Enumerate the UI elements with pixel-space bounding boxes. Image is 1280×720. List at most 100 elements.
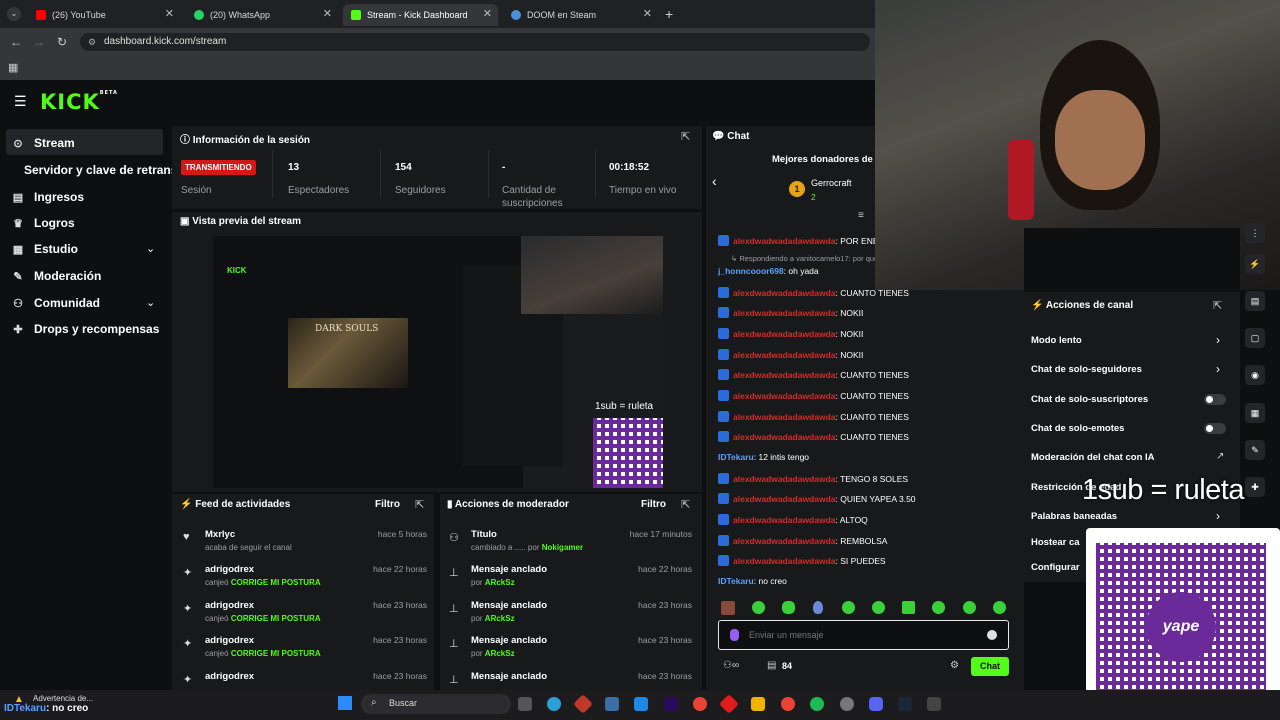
chat-username[interactable]: alexdwadwadadawdawda xyxy=(733,391,836,401)
filter-button[interactable]: Filtro xyxy=(641,499,666,510)
chrome-icon[interactable] xyxy=(781,697,795,711)
filter-button[interactable]: Filtro xyxy=(375,499,400,510)
sidebar-item-ingresos[interactable]: ▤ Ingresos xyxy=(12,190,84,204)
chat-send-button[interactable]: Chat xyxy=(971,657,1009,676)
chrome-icon[interactable] xyxy=(693,697,707,711)
side-clipboard-icon[interactable]: ▤ xyxy=(1245,291,1265,311)
reload-icon[interactable]: ↻ xyxy=(57,35,67,49)
chat-username[interactable]: alexdwadwadadawdawda xyxy=(733,370,836,380)
side-chat-icon[interactable]: ▢ xyxy=(1245,328,1265,348)
new-tab-button[interactable]: + xyxy=(665,6,673,22)
close-icon[interactable]: ✕ xyxy=(643,7,652,20)
sidebar-item-moderacion[interactable]: ✎ Moderación xyxy=(12,269,101,283)
url-field[interactable]: dashboard.kick.com/stream xyxy=(80,33,870,51)
warning-notice[interactable]: Advertencia de... xyxy=(33,694,93,703)
windows-start-icon[interactable] xyxy=(338,696,352,710)
chat-username[interactable]: alexdwadwadadawdawda xyxy=(733,515,836,525)
close-icon[interactable]: ✕ xyxy=(483,7,492,20)
chevron-down-icon[interactable]: ⌄ xyxy=(146,242,155,255)
chat-username[interactable]: alexdwadwadadawdawda xyxy=(733,350,836,360)
chat-username[interactable]: alexdwadwadadawdawda xyxy=(733,474,836,484)
kick-logo[interactable]: KICKBETA xyxy=(40,90,118,114)
tab-whatsapp[interactable]: (20) WhatsApp ✕ xyxy=(186,4,338,26)
tab-kick-dashboard[interactable]: Stream - Kick Dashboard ✕ xyxy=(343,4,498,26)
chat-username[interactable]: alexdwadwadadawdawda xyxy=(733,412,836,422)
chat-username[interactable]: alexdwadwadadawdawda xyxy=(733,432,836,442)
settings-gear-icon[interactable]: ⚙ xyxy=(950,660,959,671)
expand-icon[interactable]: ⇱ xyxy=(1213,299,1222,312)
sidebar-item-estudio[interactable]: ▦ Estudio xyxy=(12,242,78,256)
back-icon[interactable]: ← xyxy=(10,35,22,49)
chevron-left-icon[interactable]: ‹ xyxy=(712,173,717,189)
vscode-icon[interactable] xyxy=(634,697,648,711)
chat-username[interactable]: alexdwadwadadawdawda xyxy=(733,288,836,298)
emote-icon[interactable] xyxy=(842,601,855,614)
chat-username[interactable]: alexdwadwadadawdawda xyxy=(733,329,836,339)
close-icon[interactable]: ✕ xyxy=(165,7,174,20)
chat-username[interactable]: alexdwadwadadawdawda xyxy=(733,556,836,566)
sidebar-item-stream[interactable]: ⊙ Stream xyxy=(12,136,74,150)
tab-youtube[interactable]: (26) YouTube ✕ xyxy=(28,4,180,26)
mod-user[interactable]: ARckSz xyxy=(485,614,515,623)
chat-username[interactable]: IDTekaru xyxy=(718,452,754,462)
chat-message-input[interactable] xyxy=(749,627,949,643)
channel-action-host[interactable]: Hostear ca xyxy=(1031,537,1080,548)
channel-action-ai-moderation[interactable]: Moderación del chat con IA xyxy=(1031,452,1155,463)
apps-grid-icon[interactable]: ▦ xyxy=(8,61,18,74)
sidebar-item-logros[interactable]: ♛ Logros xyxy=(12,216,75,230)
emote-icon[interactable] xyxy=(872,601,885,614)
tab-search-icon[interactable]: ⌄ xyxy=(7,7,21,21)
sidebar-item-comunidad[interactable]: ⚇ Comunidad xyxy=(12,296,100,310)
emote-icon[interactable] xyxy=(721,601,735,615)
edge-icon[interactable] xyxy=(547,697,561,711)
mod-user[interactable]: Nokigamer xyxy=(542,543,583,552)
chat-username[interactable]: alexdwadwadadawdawda xyxy=(733,308,836,318)
chevron-right-icon[interactable]: › xyxy=(1216,362,1220,376)
emote-icon[interactable] xyxy=(902,601,915,614)
subs-only-toggle[interactable] xyxy=(1204,394,1226,405)
sidebar-item-drops[interactable]: ✚ Drops y recompensas xyxy=(12,322,159,336)
forward-icon[interactable]: → xyxy=(33,35,45,49)
chevron-right-icon[interactable]: › xyxy=(1216,333,1220,347)
mic-icon[interactable] xyxy=(730,629,739,641)
emote-icon[interactable] xyxy=(752,601,765,614)
mod-user[interactable]: ARckSz xyxy=(485,649,515,658)
channel-action-slow-mode[interactable]: Modo lento xyxy=(1031,335,1082,346)
channel-action-followers-only[interactable]: Chat de solo-seguidores xyxy=(1031,364,1142,375)
channel-action-subs-only[interactable]: Chat de solo-suscriptores xyxy=(1031,394,1148,405)
channel-action-banned-words[interactable]: Palabras baneadas xyxy=(1031,511,1117,522)
chevron-down-icon[interactable]: ⌄ xyxy=(146,296,155,309)
obs-icon[interactable] xyxy=(840,697,854,711)
spotify-icon[interactable] xyxy=(810,697,824,711)
side-broadcast-icon[interactable]: ◉ xyxy=(1245,365,1265,385)
emote-icon[interactable] xyxy=(932,601,945,614)
chat-username[interactable]: alexdwadwadadawdawda xyxy=(733,236,836,246)
taskbar-search[interactable]: Buscar xyxy=(361,694,511,714)
channel-action-emotes-only[interactable]: Chat de solo-emotes xyxy=(1031,423,1124,434)
chat-username[interactable]: alexdwadwadadawdawda xyxy=(733,494,836,504)
site-info-icon[interactable]: ⚙ xyxy=(88,37,96,48)
side-bolt-icon[interactable]: ⚡ xyxy=(1245,254,1265,274)
external-link-icon[interactable]: ↗ xyxy=(1216,451,1224,462)
discord-icon[interactable] xyxy=(869,697,883,711)
side-gift-icon[interactable]: ✚ xyxy=(1245,477,1265,497)
side-wrench-icon[interactable]: ✎ xyxy=(1245,440,1265,460)
chat-users-icon[interactable]: ⚇∞ xyxy=(723,660,739,671)
side-layers-icon[interactable]: ▦ xyxy=(1245,403,1265,423)
menu-icon[interactable]: ☰ xyxy=(14,93,27,110)
emoji-icon[interactable] xyxy=(987,630,997,640)
emote-icon[interactable] xyxy=(813,601,823,614)
emote-icon[interactable] xyxy=(782,601,795,614)
chat-username[interactable]: IDTekaru xyxy=(718,576,754,586)
file-explorer-icon[interactable] xyxy=(751,697,765,711)
calculator-icon[interactable] xyxy=(927,697,941,711)
tab-steam[interactable]: DOOM en Steam ✕ xyxy=(503,4,658,26)
emotes-only-toggle[interactable] xyxy=(1204,423,1226,434)
chat-username[interactable]: j_honncooor698 xyxy=(718,266,784,276)
sidebar-item-server-key[interactable]: Servidor y clave de retransm xyxy=(24,163,188,177)
donor-name[interactable]: Gerrocraft xyxy=(811,178,852,188)
filter-lines-icon[interactable]: ≡ xyxy=(858,210,864,221)
mod-user[interactable]: ARckSz xyxy=(485,578,515,587)
task-view-icon[interactable] xyxy=(518,697,532,711)
emote-icon[interactable] xyxy=(993,601,1006,614)
